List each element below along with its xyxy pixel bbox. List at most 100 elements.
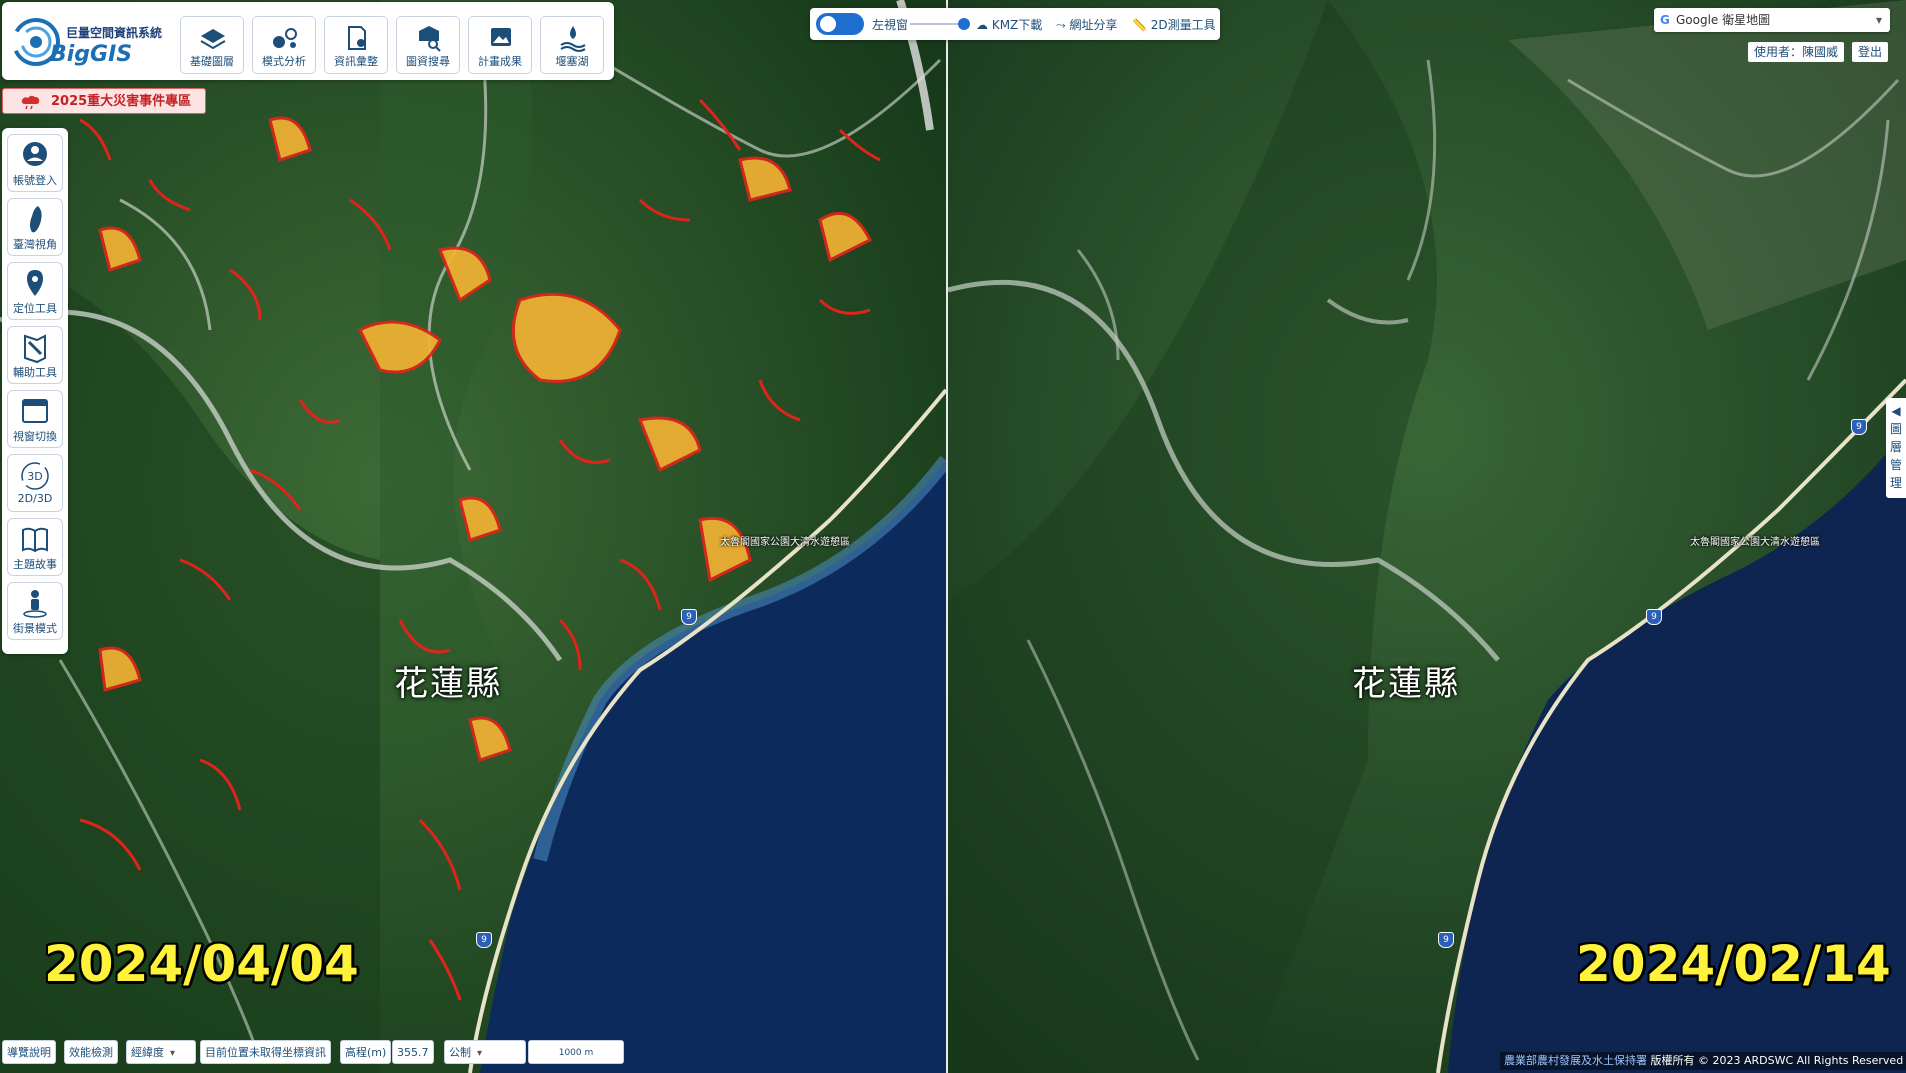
svg-text:3D: 3D: [27, 470, 42, 483]
map-search-icon: [419, 26, 441, 52]
collapse-arrow-icon: ◀: [1891, 404, 1901, 418]
opacity-slider-thumb[interactable]: [958, 18, 970, 30]
sidebar-window-switch-button[interactable]: 視窗切換: [7, 390, 63, 448]
image-results-icon: [491, 28, 511, 46]
cloud-download-icon: ☁: [976, 18, 988, 32]
window-icon: [22, 399, 48, 423]
view-toolbar: 左視窗 ☁ KMZ下載 ⤳ 網址分享 📏 2D測量工具: [810, 8, 1220, 40]
coord-mode-select[interactable]: 經緯度 ▾: [126, 1040, 196, 1064]
basemap-selected-label: Google 衛星地圖: [1676, 13, 1771, 27]
left-sidebar: 帳號登入 臺灣視角 定位工具 輔助工具 視窗切換 3D 2D/3D 主題故事 街…: [2, 128, 68, 654]
tool-label: 基礎圖層: [190, 55, 234, 68]
layer-management-tab[interactable]: ◀ 圖 層 管 理: [1886, 398, 1906, 498]
right-map-pane[interactable]: 花蓮縣 太魯閣國家公園大清水遊憩區 9 9 9 2024/02/14: [948, 0, 1906, 1073]
logo-title-cn: 巨量空間資訊系統: [66, 26, 163, 40]
layer-tab-char: 理: [1889, 476, 1902, 490]
sidebar-street-view-button[interactable]: 街景模式: [7, 582, 63, 640]
left-window-toggle[interactable]: [816, 13, 864, 35]
coord-mode-value: 經緯度: [131, 1046, 164, 1059]
logout-button[interactable]: 登出: [1852, 42, 1889, 62]
county-label-right: 花蓮縣: [1352, 664, 1460, 704]
sidebar-2d3d-button[interactable]: 3D 2D/3D: [7, 454, 63, 512]
tool-barrier-lake-button[interactable]: 堰塞湖: [540, 16, 604, 74]
unit-value: 公制: [449, 1046, 471, 1059]
chevron-down-icon: ▾: [170, 1048, 176, 1059]
sidebar-label: 帳號登入: [13, 174, 57, 187]
google-icon: G: [1660, 13, 1670, 27]
sidebar-story-button[interactable]: 主題故事: [7, 518, 63, 576]
disaster-banner-label: 2025重大災害事件專區: [51, 94, 192, 109]
share-url-button[interactable]: ⤳ 網址分享: [1056, 16, 1117, 33]
ruler-icon: 📏: [1132, 18, 1147, 32]
measure-tool-button[interactable]: 📏 2D測量工具: [1132, 16, 1216, 33]
sidebar-label: 定位工具: [13, 302, 57, 315]
rain-cloud-icon: [21, 95, 40, 110]
copyright-notice: 農業部農村發展及水土保持署 版權所有 © 2023 ARDSWC All Rig…: [1500, 1052, 1906, 1070]
poi-label-left: 太魯閣國家公園大清水遊憩區: [720, 537, 850, 548]
tool-project-results-button[interactable]: 計畫成果: [468, 16, 532, 74]
elevation-label: 高程(m): [340, 1040, 392, 1064]
status-bar: 導覽說明 效能檢測 經緯度 ▾ 目前位置未取得坐標資訊 高程(m) 355.7 公…: [0, 1036, 630, 1066]
sidebar-label: 視窗切換: [13, 430, 57, 443]
unit-select[interactable]: 公制 ▾: [444, 1040, 526, 1064]
taiwan-icon: [30, 206, 42, 233]
chevron-down-icon: ▾: [477, 1048, 483, 1059]
sidebar-label: 主題故事: [13, 558, 57, 571]
copyright-org-link[interactable]: 農業部農村發展及水土保持署: [1504, 1054, 1647, 1067]
tool-label: 模式分析: [262, 55, 306, 68]
performance-check-button[interactable]: 效能檢測: [64, 1040, 118, 1064]
basemap-select[interactable]: G Google 衛星地圖 ▾: [1654, 8, 1890, 32]
logo-title-en: BigGIS: [50, 42, 133, 67]
chevron-down-icon: ▾: [1875, 13, 1882, 27]
info-summary-icon: [348, 26, 366, 50]
location-pin-icon: [27, 270, 43, 296]
tool-base-layers-button[interactable]: 基礎圖層: [180, 16, 244, 74]
measure-tool-label: 2D測量工具: [1150, 18, 1216, 32]
layer-tab-char: 管: [1889, 458, 1902, 472]
share-url-label: 網址分享: [1069, 18, 1118, 32]
help-guide-button[interactable]: 導覽說明: [2, 1040, 56, 1064]
tool-label: 資訊彙整: [334, 55, 378, 68]
book-icon: [22, 527, 48, 553]
disaster-zone-banner[interactable]: 2025重大災害事件專區: [2, 88, 206, 114]
cursor-position-readout: 目前位置未取得坐標資訊: [200, 1040, 331, 1064]
road-shield-right: 9: [1646, 609, 1662, 625]
tool-model-analysis-button[interactable]: 模式分析: [252, 16, 316, 74]
user-icon: [23, 142, 47, 166]
road-shield-left: 9: [681, 609, 697, 625]
sidebar-login-button[interactable]: 帳號登入: [7, 134, 63, 192]
analysis-icon: [273, 28, 297, 48]
sidebar-label: 2D/3D: [17, 492, 53, 505]
county-label-left: 花蓮縣: [394, 664, 502, 704]
road-shield-right-3: 9: [1851, 419, 1867, 435]
share-icon: ⤳: [1056, 18, 1066, 32]
3d-icon: 3D: [21, 462, 49, 490]
left-window-label: 左視窗: [872, 18, 909, 32]
right-date-label: 2024/02/14: [1576, 935, 1891, 993]
kmz-download-label: KMZ下載: [991, 18, 1043, 32]
barrier-lake-icon: [560, 26, 586, 52]
layers-icon: [200, 29, 226, 50]
copyright-text: 版權所有 © 2023 ARDSWC All Rights Reserved: [1650, 1054, 1904, 1067]
tools-icon: [24, 334, 46, 364]
main-toolbar: 巨量空間資訊系統 BigGIS 基礎圖層 模式分析 資訊彙整 圖資搜尋 計畫成果: [2, 2, 614, 80]
tool-label: 計畫成果: [478, 55, 522, 68]
sidebar-label: 臺灣視角: [13, 238, 57, 251]
road-shield-right-2: 9: [1438, 932, 1454, 948]
sidebar-taiwan-view-button[interactable]: 臺灣視角: [7, 198, 63, 256]
left-map-pane[interactable]: 花蓮縣 太魯閣國家公園大清水遊憩區 9 9 2024/04/04: [0, 0, 946, 1073]
sidebar-label: 輔助工具: [13, 366, 57, 379]
opacity-slider-track[interactable]: [910, 23, 964, 25]
sidebar-location-tool-button[interactable]: 定位工具: [7, 262, 63, 320]
tool-label: 圖資搜尋: [406, 55, 450, 68]
street-view-icon: [23, 590, 47, 618]
split-divider[interactable]: [946, 0, 948, 1073]
user-info[interactable]: 使用者：陳國威: [1748, 42, 1845, 62]
sidebar-aux-tools-button[interactable]: 輔助工具: [7, 326, 63, 384]
layer-tab-char: 圖: [1889, 422, 1902, 436]
kmz-download-button[interactable]: ☁ KMZ下載: [976, 16, 1042, 33]
tool-map-search-button[interactable]: 圖資搜尋: [396, 16, 460, 74]
elevation-value: 355.7: [392, 1040, 434, 1064]
biggis-logo[interactable]: 巨量空間資訊系統 BigGIS: [10, 12, 170, 72]
tool-info-summary-button[interactable]: 資訊彙整: [324, 16, 388, 74]
